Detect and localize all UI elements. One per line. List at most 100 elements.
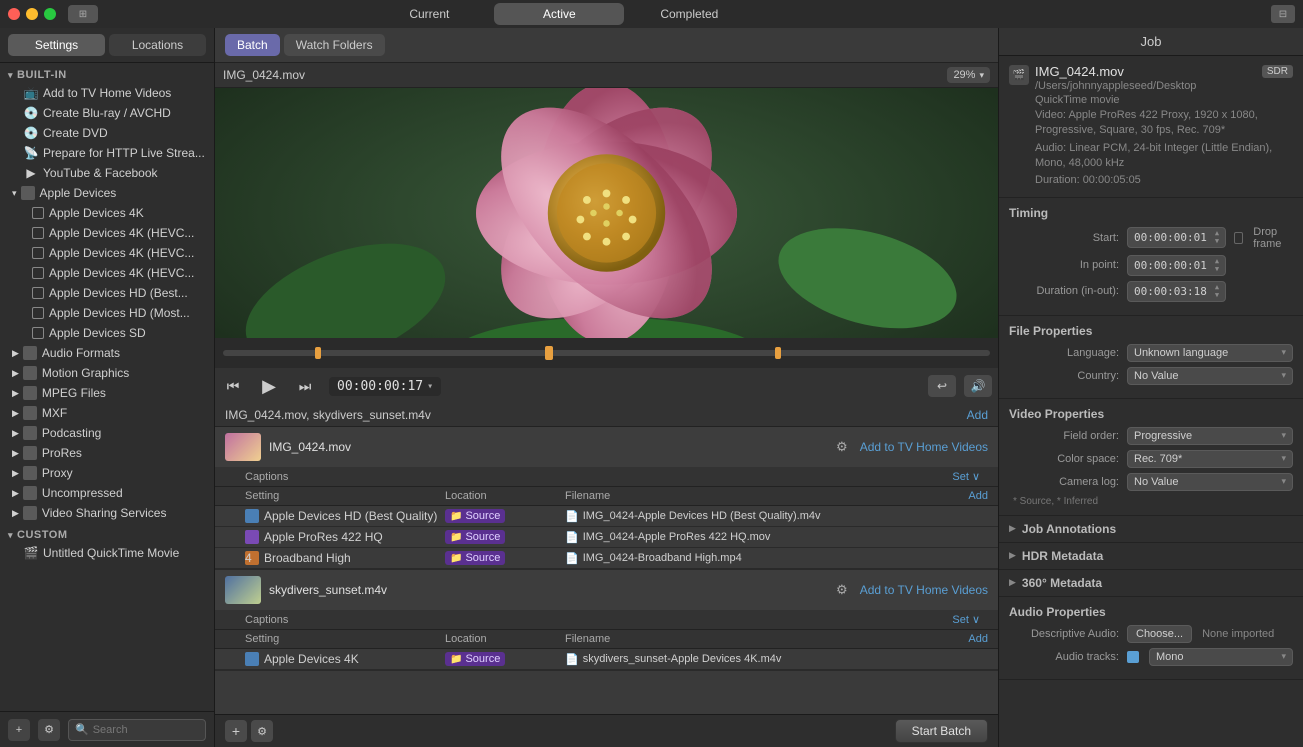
- field-order-select[interactable]: Progressive ▾: [1127, 427, 1293, 445]
- add-output-button-1[interactable]: Add: [968, 490, 988, 502]
- sidebar-group-video-sharing[interactable]: ▶ Video Sharing Services: [0, 503, 214, 523]
- tab-current[interactable]: Current: [364, 3, 494, 25]
- batch-add-button[interactable]: Add: [967, 408, 988, 422]
- sidebar-item-apple-4k-hevc-2[interactable]: Apple Devices 4K (HEVC...: [0, 243, 214, 263]
- sidebar-group-audio-formats[interactable]: ▶ Audio Formats: [0, 343, 214, 363]
- sidebar-item-http-live[interactable]: 📡 Prepare for HTTP Live Strea...: [0, 143, 214, 163]
- audio-tracks-checkbox[interactable]: [1127, 651, 1139, 663]
- language-select[interactable]: Unknown language ▾: [1127, 344, 1293, 362]
- timeline-track[interactable]: [223, 350, 990, 356]
- color-space-select[interactable]: Rec. 709* ▾: [1127, 450, 1293, 468]
- sidebar-item-apple-4k-hevc-1[interactable]: Apple Devices 4K (HEVC...: [0, 223, 214, 243]
- loop-button[interactable]: ↩: [928, 375, 956, 397]
- camera-log-dropdown[interactable]: No Value ▾: [1127, 473, 1293, 491]
- sidebar-item-youtube[interactable]: ▶ YouTube & Facebook: [0, 163, 214, 183]
- sidebar-search[interactable]: 🔍 Search: [68, 719, 206, 741]
- audio-button[interactable]: 🔊: [964, 375, 992, 397]
- file-duration: Duration: 00:00:05:05: [1035, 174, 1293, 186]
- sidebar-group-mxf[interactable]: ▶ MXF: [0, 403, 214, 423]
- sidebar-item-apple-hd-best[interactable]: Apple Devices HD (Best...: [0, 283, 214, 303]
- set-button-1[interactable]: Set ∨: [952, 470, 980, 483]
- audio-tracks-select[interactable]: Mono ▾: [1149, 648, 1293, 666]
- chevron-right-icon: ▶: [12, 448, 19, 459]
- location-badge: 📁 Source: [445, 530, 505, 544]
- sidebar-tab-locations[interactable]: Locations: [109, 34, 206, 56]
- file-icon: 📄: [565, 653, 579, 666]
- output-location-1-2: 📁 Source: [445, 530, 565, 544]
- sidebar-item-bluray[interactable]: 💿 Create Blu-ray / AVCHD: [0, 103, 214, 123]
- device-icon: [32, 327, 44, 339]
- inpoint-stepper[interactable]: ▲ ▼: [1215, 258, 1219, 273]
- country-select[interactable]: No Value ▾: [1127, 367, 1293, 385]
- sidebar-group-apple-devices[interactable]: ▾ Apple Devices: [0, 183, 214, 203]
- sidebar-group-mpeg[interactable]: ▶ MPEG Files: [0, 383, 214, 403]
- minimize-button[interactable]: [26, 8, 38, 20]
- drop-frame-check[interactable]: [1234, 232, 1243, 244]
- duration-value-input[interactable]: 00:00:03:18 ▲ ▼: [1127, 281, 1226, 302]
- drop-frame-checkbox[interactable]: Drop frame: [1234, 226, 1293, 250]
- duration-label: Duration (in-out):: [1009, 285, 1119, 297]
- sidebar-tab-settings[interactable]: Settings: [8, 34, 105, 56]
- sidebar-item-add-tv[interactable]: 📺 Add to TV Home Videos: [0, 83, 214, 103]
- stream-icon: 📡: [24, 146, 38, 160]
- tab-batch[interactable]: Batch: [225, 34, 280, 56]
- add-item-button[interactable]: +: [225, 720, 247, 742]
- output-filename-1-3: 📄 IMG_0424-Broadband High.mp4: [565, 552, 988, 565]
- tab-watch-folders[interactable]: Watch Folders: [284, 34, 385, 56]
- language-dropdown[interactable]: Unknown language ▾: [1127, 344, 1293, 362]
- motion-graphics-icon: [23, 366, 37, 380]
- sidebar-item-untitled-qt[interactable]: 🎬 Untitled QuickTime Movie: [0, 543, 214, 563]
- sidebar-section-custom[interactable]: ▾ CUSTOM: [0, 527, 214, 543]
- sidebar-item-apple-hd-most[interactable]: Apple Devices HD (Most...: [0, 303, 214, 323]
- play-button[interactable]: ▶: [257, 374, 281, 398]
- country-dropdown[interactable]: No Value ▾: [1127, 367, 1293, 385]
- gear-icon[interactable]: ⚙: [836, 439, 848, 455]
- start-stepper[interactable]: ▲ ▼: [1215, 230, 1219, 245]
- video-size-button[interactable]: 29% ▾: [947, 67, 990, 83]
- camera-log-row: Camera log: No Value ▾: [1009, 473, 1293, 491]
- close-button[interactable]: [8, 8, 20, 20]
- sidebar-group-motion-graphics[interactable]: ▶ Motion Graphics: [0, 363, 214, 383]
- timeline[interactable]: [215, 338, 998, 368]
- sidebar-group-uncompressed[interactable]: ▶ Uncompressed: [0, 483, 214, 503]
- inpoint-timecode: 00:00:00:01: [1134, 259, 1207, 272]
- sidebar-section-builtin[interactable]: ▾ BUILT-IN: [0, 67, 214, 83]
- sidebar-item-apple-4k-hevc-3[interactable]: Apple Devices 4K (HEVC...: [0, 263, 214, 283]
- start-batch-button[interactable]: Start Batch: [895, 719, 988, 743]
- field-order-dropdown[interactable]: Progressive ▾: [1127, 427, 1293, 445]
- settings-bottom-button[interactable]: ⚙: [251, 720, 273, 742]
- add-output-button-2[interactable]: Add: [968, 633, 988, 645]
- start-value-input[interactable]: 00:00:00:01 ▲ ▼: [1127, 227, 1226, 248]
- country-label: Country:: [1009, 370, 1119, 382]
- skip-forward-button[interactable]: ⏭: [293, 374, 317, 398]
- skip-back-button[interactable]: ⏮: [221, 374, 245, 398]
- proxy-icon: [23, 466, 37, 480]
- 360-metadata-section[interactable]: ▶ 360° Metadata: [999, 570, 1303, 597]
- sidebar-item-apple-4k[interactable]: Apple Devices 4K: [0, 203, 214, 223]
- batch-bottom: + ⚙ Start Batch: [215, 714, 998, 747]
- sidebar-item-apple-sd[interactable]: Apple Devices SD: [0, 323, 214, 343]
- layout-icon[interactable]: ⊟: [1271, 5, 1295, 23]
- tab-completed[interactable]: Completed: [624, 3, 754, 25]
- settings-button[interactable]: ⚙: [38, 719, 60, 741]
- fullscreen-button[interactable]: [44, 8, 56, 20]
- sidebar-group-prores[interactable]: ▶ ProRes: [0, 443, 214, 463]
- tab-active[interactable]: Active: [494, 3, 624, 25]
- sidebar-group-podcasting[interactable]: ▶ Podcasting: [0, 423, 214, 443]
- right-panel-header: Job: [999, 28, 1303, 56]
- add-preset-button[interactable]: +: [8, 719, 30, 741]
- job-annotations-section[interactable]: ▶ Job Annotations: [999, 516, 1303, 543]
- duration-stepper[interactable]: ▲ ▼: [1215, 284, 1219, 299]
- choose-button[interactable]: Choose...: [1127, 625, 1192, 643]
- set-button-2[interactable]: Set ∨: [952, 613, 980, 626]
- inpoint-value-input[interactable]: 00:00:00:01 ▲ ▼: [1127, 255, 1226, 276]
- hdr-metadata-section[interactable]: ▶ HDR Metadata: [999, 543, 1303, 570]
- camera-log-select[interactable]: No Value ▾: [1127, 473, 1293, 491]
- gear-icon[interactable]: ⚙: [836, 582, 848, 598]
- sidebar-toggle-button[interactable]: ⊞: [68, 5, 98, 23]
- sidebar-group-proxy[interactable]: ▶ Proxy: [0, 463, 214, 483]
- hdr-metadata-label: HDR Metadata: [1022, 549, 1103, 563]
- timeline-playhead[interactable]: [545, 346, 553, 360]
- sidebar-item-dvd[interactable]: 💿 Create DVD: [0, 123, 214, 143]
- color-space-dropdown[interactable]: Rec. 709* ▾: [1127, 450, 1293, 468]
